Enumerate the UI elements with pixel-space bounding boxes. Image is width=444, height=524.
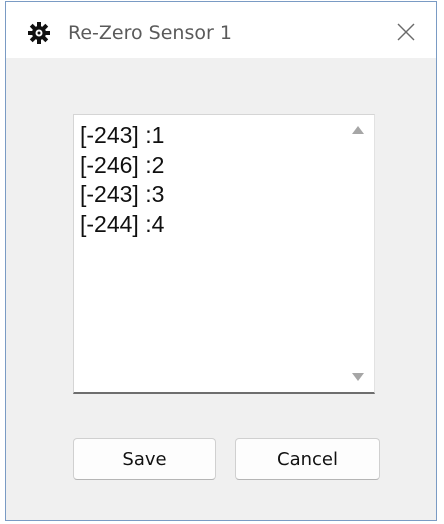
save-button[interactable]: Save [73,438,216,480]
list-item[interactable]: [-246] :2 [80,151,340,181]
scroll-down-arrow-icon[interactable] [342,362,374,392]
cancel-button[interactable]: Cancel [235,438,380,480]
dialog-client-area: [-243] :1 [-246] :2 [-243] :3 [-244] :4 … [6,58,436,520]
list-item[interactable]: [-244] :4 [80,210,340,240]
gear-icon [28,22,50,44]
title-bar[interactable]: Re-Zero Sensor 1 [6,2,436,58]
list-item[interactable]: [-243] :3 [80,180,340,210]
listbox-items: [-243] :1 [-246] :2 [-243] :3 [-244] :4 [80,121,340,239]
dialog-window: Re-Zero Sensor 1 [-243] :1 [-246] :2 [-2… [5,1,437,521]
vertical-scrollbar[interactable] [342,115,374,392]
list-item[interactable]: [-243] :1 [80,121,340,151]
scroll-up-arrow-icon[interactable] [342,115,374,145]
close-icon[interactable] [392,18,420,46]
sensor-readings-listbox[interactable]: [-243] :1 [-246] :2 [-243] :3 [-244] :4 [73,114,375,394]
window-title: Re-Zero Sensor 1 [68,22,232,44]
